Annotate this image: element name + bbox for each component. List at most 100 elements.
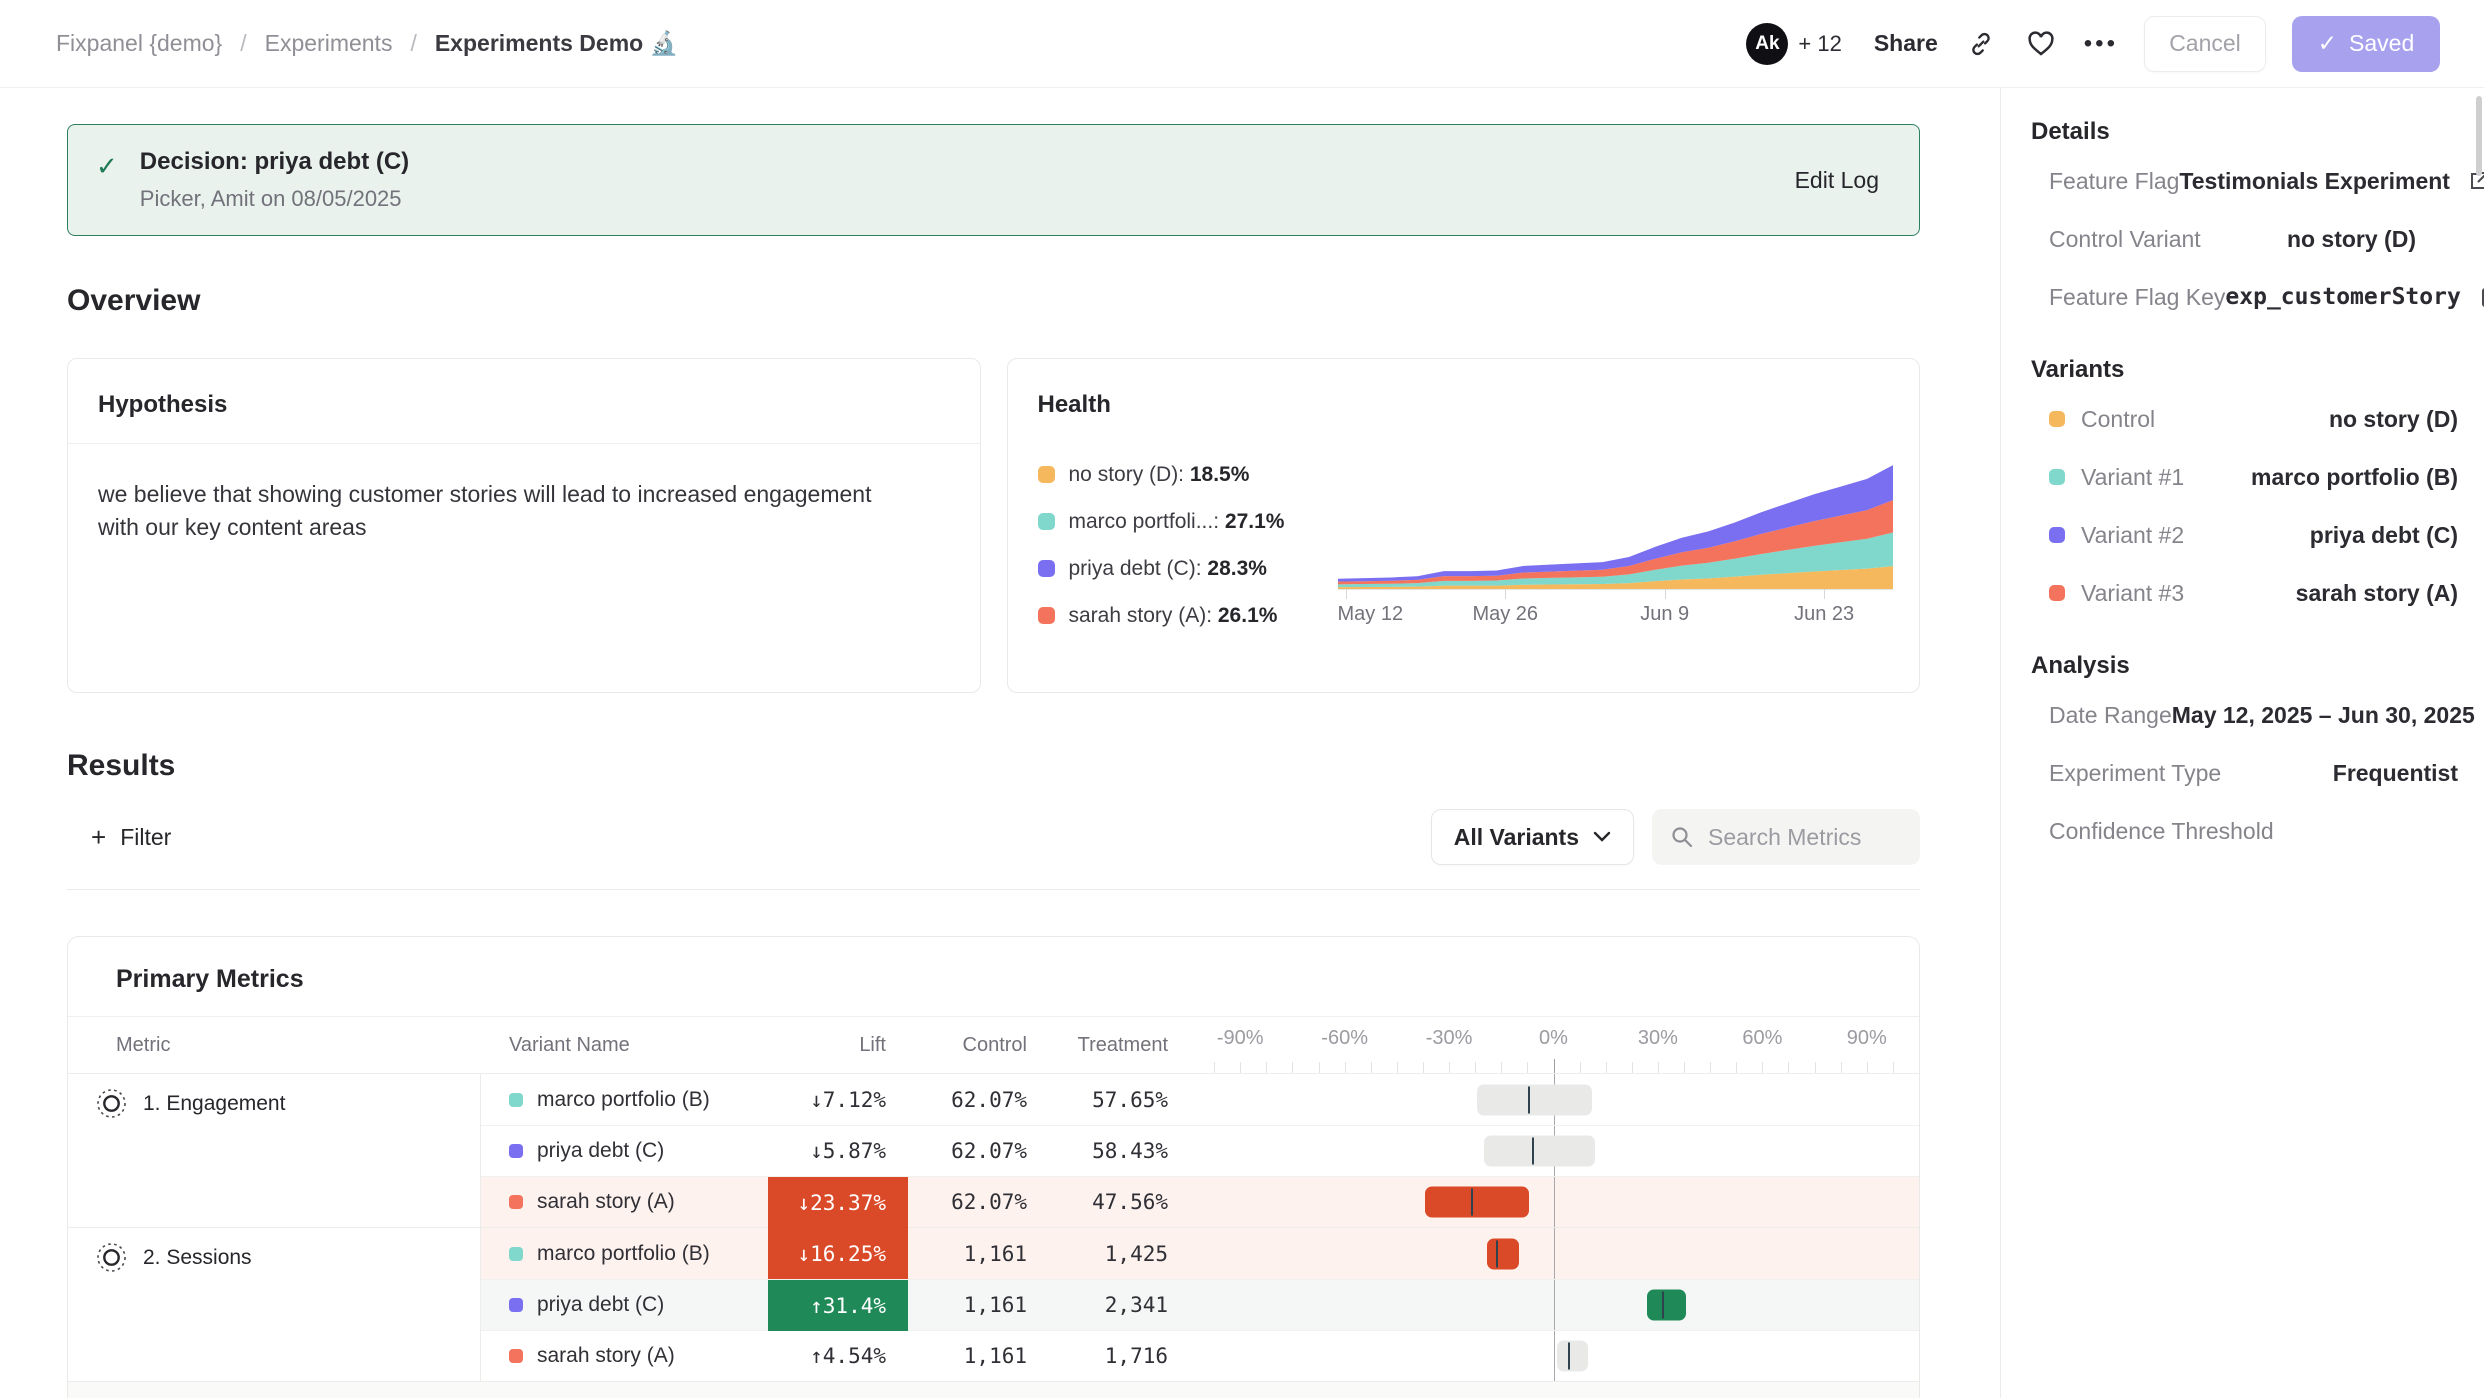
scrollbar-thumb[interactable] [2476,96,2482,176]
lift-axis-label: 0% [1539,1027,1568,1050]
lift-axis-label: 60% [1742,1027,1782,1050]
metric-cell[interactable]: 2. Sessions [68,1228,481,1381]
confidence-interval-bar[interactable] [1484,1136,1595,1167]
chart-axis-label: May 12 [1338,603,1404,626]
confidence-interval-bar[interactable] [1647,1290,1685,1321]
legend-label: marco portfoli...: 27.1% [1069,510,1285,534]
variant-color-swatch [2049,411,2065,427]
copy-link-icon[interactable] [1964,27,1998,61]
edit-log-button[interactable]: Edit Log [1795,167,1879,194]
lift-axis-label: -30% [1426,1027,1473,1050]
lift-axis-tick [1736,1062,1737,1073]
variant-color-swatch [1038,560,1055,577]
decision-subtitle: Picker, Amit on 08/05/2025 [140,186,409,212]
breadcrumb-experiments[interactable]: Experiments [265,30,393,57]
confidence-interval-bar[interactable] [1425,1187,1529,1218]
variant-color-swatch [1038,466,1055,483]
variant-result-row[interactable]: marco portfolio (B)↓16.25%1,1611,425 [481,1228,1919,1279]
breadcrumb-project[interactable]: Fixpanel {demo} [56,30,222,57]
metric-name: 1. Engagement [143,1092,285,1116]
lift-axis-tick [1841,1062,1842,1073]
add-metric-button[interactable]: + Add [68,1381,1919,1398]
analysis-row-confidence-threshold: Confidence Threshold [2031,802,2458,860]
lift-axis-tick [1214,1062,1215,1073]
hypothesis-body[interactable]: we believe that showing customer stories… [68,444,980,545]
metric-cell[interactable]: 1. Engagement [68,1074,481,1227]
variant-result-row[interactable]: priya debt (C)↑31.4%1,1612,341 [481,1279,1919,1330]
plus-icon: + [98,1393,113,1398]
search-metrics-input[interactable] [1708,824,1898,851]
variant-color-swatch [2049,585,2065,601]
control-value: 62.07% [951,1139,1027,1163]
lift-axis-tick [1710,1062,1711,1073]
confidence-interval-bar[interactable] [1477,1084,1592,1115]
treatment-value: 1,425 [1105,1242,1168,1266]
search-metrics-box[interactable] [1652,809,1920,865]
share-button[interactable]: Share [1874,30,1938,57]
chart-axis-label: May 26 [1472,603,1538,626]
variant-name: sarah story (A) [537,1344,675,1368]
variant-color-swatch [509,1195,523,1209]
health-chart: May 12May 26Jun 9Jun 23 [1338,461,1894,651]
confidence-interval-cell [1188,1177,1919,1227]
sidebar-variant-row: Variant #3sarah story (A) [2031,564,2458,622]
variant-color-swatch [509,1093,523,1107]
lift-axis-tick [1423,1062,1424,1073]
lift-axis-tick [1449,1062,1450,1073]
decision-banner: ✓ Decision: priya debt (C) Picker, Amit … [67,124,1920,236]
more-options-button[interactable]: ••• [2084,30,2118,58]
lift-point-tick [1471,1189,1473,1216]
variant-color-swatch [1038,513,1055,530]
lift-axis-tick [1893,1062,1894,1073]
lift-axis-tick [1815,1062,1816,1073]
results-heading: Results [67,749,1920,783]
health-legend-item[interactable]: sarah story (A): 26.1% [1038,592,1338,639]
variant-result-row[interactable]: marco portfolio (B)↓7.12%62.07%57.65% [481,1074,1919,1125]
treatment-value: 57.65% [1092,1088,1168,1112]
control-value: 62.07% [951,1190,1027,1214]
clipboard-copy-icon[interactable] [2477,285,2484,309]
variant-result-row[interactable]: sarah story (A)↑4.54%1,1611,716 [481,1330,1919,1381]
chart-axis-tick [1824,589,1825,599]
avatar[interactable]: Ak [1746,23,1788,65]
chart-axis-tick [1665,589,1666,599]
saved-button[interactable]: ✓ Saved [2292,16,2440,72]
confidence-interval-cell [1188,1331,1919,1381]
lift-axis-tick [1658,1062,1659,1073]
health-legend-item[interactable]: no story (D): 18.5% [1038,451,1338,498]
health-card: Health no story (D): 18.5%marco portfoli… [1007,358,1921,693]
variant-color-swatch [509,1144,523,1158]
lift-axis-tick [1240,1062,1241,1073]
detail-row-feature-flag-key: Feature Flag Key exp_customerStory [2031,268,2458,326]
lift-axis-tick [1501,1062,1502,1073]
variant-result-row[interactable]: priya debt (C)↓5.87%62.07%58.43% [481,1125,1919,1176]
lift-axis-tick [1762,1062,1763,1073]
feature-flag-link[interactable]: Testimonials Experiment [2179,168,2450,195]
confidence-interval-cell [1188,1228,1919,1279]
analysis-row-date-range: Date Range May 12, 2025 – Jun 30, 2025 [2031,686,2458,744]
add-filter-button[interactable]: + Filter [67,822,171,853]
control-value: 1,161 [964,1344,1027,1368]
decision-title: Decision: priya debt (C) [140,148,409,176]
variant-color-swatch [509,1298,523,1312]
confidence-interval-cell [1188,1280,1919,1330]
health-legend-item[interactable]: priya debt (C): 28.3% [1038,545,1338,592]
health-legend-item[interactable]: marco portfoli...: 27.1% [1038,498,1338,545]
confidence-interval-bar[interactable] [1557,1341,1588,1372]
favorite-heart-icon[interactable] [2024,27,2058,61]
variants-dropdown[interactable]: All Variants [1431,809,1634,865]
collaborator-count[interactable]: + 12 [1798,31,1841,57]
treatment-value: 2,341 [1105,1293,1168,1317]
lift-axis-tick [1266,1062,1267,1073]
cancel-button[interactable]: Cancel [2144,16,2266,72]
detail-row-feature-flag: Feature Flag Testimonials Experiment [2031,152,2458,210]
variant-slot-label: Variant #3 [2081,580,2184,607]
overview-heading: Overview [67,284,1920,318]
variant-result-row[interactable]: sarah story (A)↓23.37%62.07%47.56% [481,1176,1919,1227]
details-heading: Details [2031,118,2458,146]
sidebar-variant-row: Controlno story (D) [2031,390,2458,448]
confidence-interval-bar[interactable] [1487,1238,1518,1269]
breadcrumb: Fixpanel {demo} / Experiments / Experime… [56,30,678,57]
lift-value: ↓5.87% [768,1126,908,1176]
lift-axis-label: -90% [1217,1027,1264,1050]
